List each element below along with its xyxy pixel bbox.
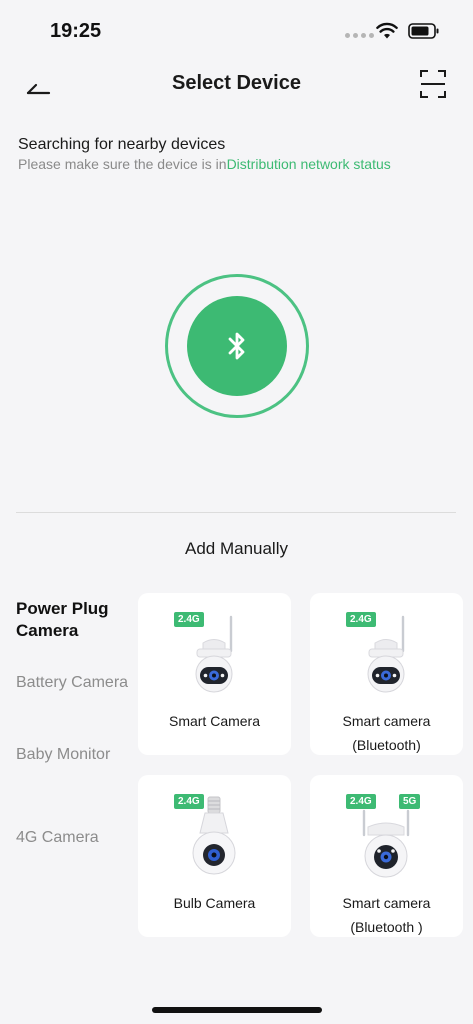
divider: [16, 512, 456, 513]
ptz-camera-icon: [195, 615, 233, 693]
bulb-camera-icon: [192, 796, 236, 875]
device-name: Bulb Camera: [173, 895, 256, 911]
category-power-plug-camera[interactable]: Power Plug Camera: [16, 598, 131, 642]
nav-bar: Select Device: [0, 60, 473, 110]
category-battery-camera[interactable]: Battery Camera: [16, 673, 131, 693]
search-hint-text: Please make sure the device is in: [18, 156, 227, 172]
bluetooth-scan-button[interactable]: [187, 296, 287, 396]
device-name: Smart camera (Bluetooth): [342, 713, 431, 753]
status-time: 19:25: [50, 20, 102, 42]
battery-icon: [408, 23, 439, 39]
device-card-bulb-camera[interactable]: 2.4G Bulb Camera: [138, 775, 291, 937]
bluetooth-icon: [228, 332, 245, 360]
status-bar: 19:25: [0, 0, 473, 60]
scan-icon: [420, 70, 446, 98]
search-hint: Please make sure the device is inDistrib…: [18, 156, 391, 172]
distribution-status-link[interactable]: Distribution network status: [227, 156, 391, 172]
home-indicator: [152, 1007, 322, 1013]
device-name: Smart Camera: [168, 713, 261, 729]
add-manually-title: Add Manually: [184, 539, 288, 558]
signal-dots-icon: [345, 33, 374, 38]
device-card-smart-camera-bluetooth-dual[interactable]: 2.4G 5G Smart camera (Bluetooth ): [310, 775, 463, 937]
category-baby-monitor[interactable]: Baby Monitor: [16, 745, 131, 765]
dome-camera-icon: [362, 809, 410, 878]
ptz-camera-icon: [367, 615, 405, 693]
page-title: Select Device: [172, 72, 301, 94]
search-title: Searching for nearby devices: [18, 136, 226, 153]
device-name: Smart camera (Bluetooth ): [342, 895, 431, 935]
device-card-smart-camera-bluetooth[interactable]: 2.4G Smart camera (Bluetooth): [310, 593, 463, 755]
category-4g-camera[interactable]: 4G Camera: [16, 828, 131, 848]
scan-button[interactable]: [418, 68, 448, 100]
wifi-icon: [376, 22, 398, 39]
device-card-smart-camera[interactable]: 2.4G Smart Camera: [138, 593, 291, 755]
